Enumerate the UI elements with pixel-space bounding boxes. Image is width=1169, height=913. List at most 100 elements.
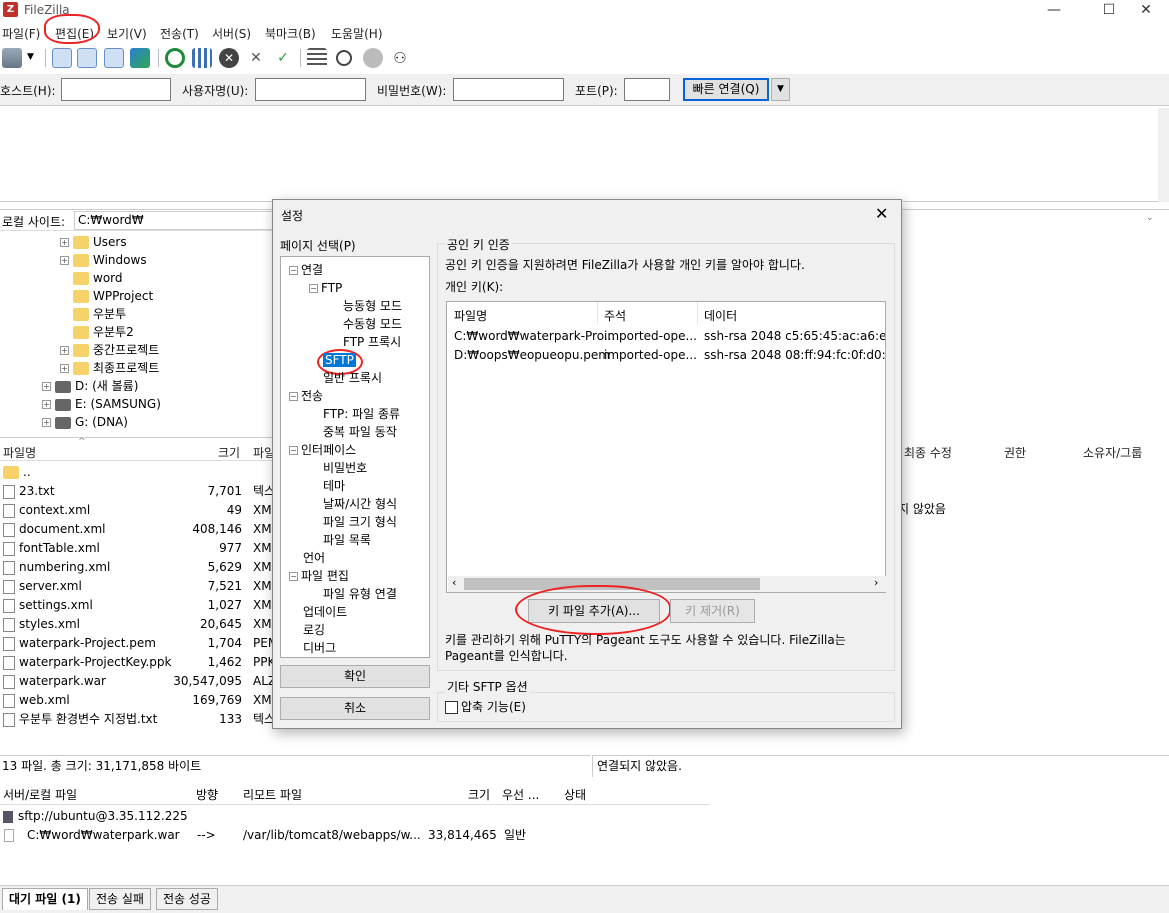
key-col-data[interactable]: 데이터	[704, 307, 737, 324]
column-size[interactable]: 크기	[218, 444, 240, 461]
compression-option[interactable]: 압축 기능(E)	[445, 698, 526, 715]
queue-col-direction[interactable]: 방향	[196, 786, 218, 803]
settings-page-item[interactable]: FTP: 파일 종류	[323, 405, 400, 423]
menu-file[interactable]: 파일(F)	[2, 25, 40, 42]
password-input[interactable]	[453, 78, 564, 101]
column-last-modified[interactable]: 최종 수정	[904, 444, 952, 461]
tab-failed-transfers[interactable]: 전송 실패	[89, 888, 151, 910]
tree-item[interactable]: +WPProject	[60, 287, 153, 305]
expand-icon[interactable]: +	[60, 256, 69, 265]
settings-page-item[interactable]: 능동형 모드	[343, 297, 402, 315]
tree-item[interactable]: +우분투2	[60, 323, 134, 341]
key-row[interactable]: D:₩oops₩eopueopu.pem imported-ope... ssh…	[447, 346, 885, 365]
settings-page-item[interactable]: FTP 프록시	[343, 333, 401, 351]
tree-item[interactable]: + 최종프로젝트	[60, 359, 159, 377]
tab-queued-files[interactable]: 대기 파일 (1)	[2, 888, 88, 910]
refresh-icon[interactable]	[165, 48, 185, 68]
compression-checkbox[interactable]	[445, 701, 458, 714]
filter-icon[interactable]	[307, 48, 327, 68]
queue-col-size[interactable]: 크기	[468, 786, 490, 803]
tree-item[interactable]: + 중간프로젝트	[60, 341, 159, 359]
settings-page-item[interactable]: SFTP	[323, 351, 356, 369]
expand-icon[interactable]: +	[42, 400, 51, 409]
menu-help[interactable]: 도움말(H)	[331, 25, 383, 42]
toggle-local-tree-icon[interactable]	[77, 48, 97, 68]
collapse-icon[interactable]: −	[309, 284, 318, 293]
settings-page-item[interactable]: 날짜/시간 형식	[323, 495, 397, 513]
expand-icon[interactable]: +	[60, 346, 69, 355]
settings-page-item[interactable]: − 파일 편집	[289, 567, 349, 585]
tree-item[interactable]: + E: (SAMSUNG)	[42, 395, 161, 413]
settings-page-item[interactable]: 디버그	[303, 639, 336, 657]
dialog-close-icon[interactable]: ✕	[875, 204, 888, 223]
menu-bookmarks[interactable]: 북마크(B)	[265, 25, 316, 42]
tree-item[interactable]: + Windows	[60, 251, 147, 269]
queue-item-row[interactable]: C:₩word₩waterpark.war --> /var/lib/tomca…	[0, 826, 720, 845]
process-queue-icon[interactable]	[192, 48, 212, 68]
cancel-button[interactable]: 취소	[280, 697, 430, 720]
site-manager-icon[interactable]	[2, 48, 22, 68]
settings-page-item[interactable]: − FTP	[309, 279, 342, 297]
reconnect-icon[interactable]: ✓	[273, 48, 293, 68]
key-row[interactable]: C:₩word₩waterpark-Pro... imported-ope...…	[447, 327, 885, 346]
quickconnect-dropdown-icon[interactable]: ▼	[771, 78, 790, 101]
ok-button[interactable]: 확인	[280, 665, 430, 688]
queue-col-status[interactable]: 상태	[564, 786, 586, 803]
tree-item[interactable]: + Users	[60, 233, 127, 251]
toggle-queue-icon[interactable]	[130, 48, 150, 68]
scroll-left-icon[interactable]: ‹	[452, 576, 456, 589]
quickconnect-button[interactable]: 빠른 연결(Q)	[683, 78, 769, 101]
settings-page-item[interactable]: − 인터페이스	[289, 441, 356, 459]
settings-page-item[interactable]: 일반 프록시	[323, 369, 382, 387]
tree-item[interactable]: + D: (새 볼륨)	[42, 377, 138, 395]
tree-item[interactable]: + G: (DNA)	[42, 413, 128, 431]
collapse-icon[interactable]: −	[289, 572, 298, 581]
remote-path-dropdown-icon[interactable]: ⌄	[1146, 213, 1154, 223]
collapse-icon[interactable]: −	[289, 446, 298, 455]
expand-icon[interactable]: +	[60, 238, 69, 247]
settings-page-item[interactable]: 중복 파일 동작	[323, 423, 397, 441]
queue-col-priority[interactable]: 우선 ...	[502, 786, 539, 803]
menu-view[interactable]: 보기(V)	[107, 25, 147, 42]
minimize-button[interactable]: —	[1031, 0, 1077, 22]
settings-page-item[interactable]: 파일 목록	[323, 531, 371, 549]
compare-icon[interactable]	[363, 48, 383, 68]
collapse-icon[interactable]: −	[289, 392, 298, 401]
queue-server-row[interactable]: sftp://ubuntu@3.35.112.225	[3, 807, 188, 826]
column-permissions[interactable]: 권한	[1004, 444, 1026, 461]
settings-page-item[interactable]: 파일 유형 연결	[323, 585, 397, 603]
username-input[interactable]	[255, 78, 366, 101]
log-scrollbar[interactable]	[1158, 108, 1169, 202]
settings-page-item[interactable]: 로깅	[303, 621, 325, 639]
cancel-icon[interactable]: ✕	[219, 48, 239, 68]
search-icon[interactable]	[336, 50, 352, 66]
tab-successful-transfers[interactable]: 전송 성공	[156, 888, 218, 910]
settings-page-item[interactable]: − 연결	[289, 261, 323, 279]
column-filename[interactable]: 파일명	[3, 444, 36, 461]
tree-item[interactable]: +word	[60, 269, 123, 287]
menu-server[interactable]: 서버(S)	[212, 25, 251, 42]
settings-page-item[interactable]: 업데이트	[303, 603, 347, 621]
host-input[interactable]	[61, 78, 171, 101]
queue-col-remote[interactable]: 리모트 파일	[243, 786, 302, 803]
expand-icon[interactable]: +	[42, 382, 51, 391]
settings-page-item[interactable]: 비밀번호	[323, 459, 367, 477]
column-owner-group[interactable]: 소유자/그룹	[1083, 444, 1142, 461]
queue-col-server[interactable]: 서버/로컬 파일	[3, 786, 77, 803]
remove-key-button[interactable]: 키 제거(R)	[670, 599, 755, 623]
settings-page-item[interactable]: 언어	[303, 549, 325, 567]
key-col-filename[interactable]: 파일명	[454, 307, 487, 324]
tree-item[interactable]: +우분투	[60, 305, 126, 323]
expand-icon[interactable]: +	[42, 418, 51, 427]
disconnect-icon[interactable]: ✕	[246, 48, 266, 68]
collapse-icon[interactable]: −	[289, 266, 298, 275]
toggle-remote-tree-icon[interactable]	[104, 48, 124, 68]
scroll-right-icon[interactable]: ›	[874, 576, 878, 589]
toggle-log-icon[interactable]	[52, 48, 72, 68]
close-window-button[interactable]: ✕	[1123, 0, 1169, 22]
settings-page-item[interactable]: 테마	[323, 477, 345, 495]
settings-page-item[interactable]: 수동형 모드	[343, 315, 402, 333]
keys-horizontal-scrollbar[interactable]: ‹ ›	[448, 576, 886, 592]
expand-icon[interactable]: +	[60, 364, 69, 373]
site-manager-dropdown-icon[interactable]: ▼	[27, 52, 34, 62]
